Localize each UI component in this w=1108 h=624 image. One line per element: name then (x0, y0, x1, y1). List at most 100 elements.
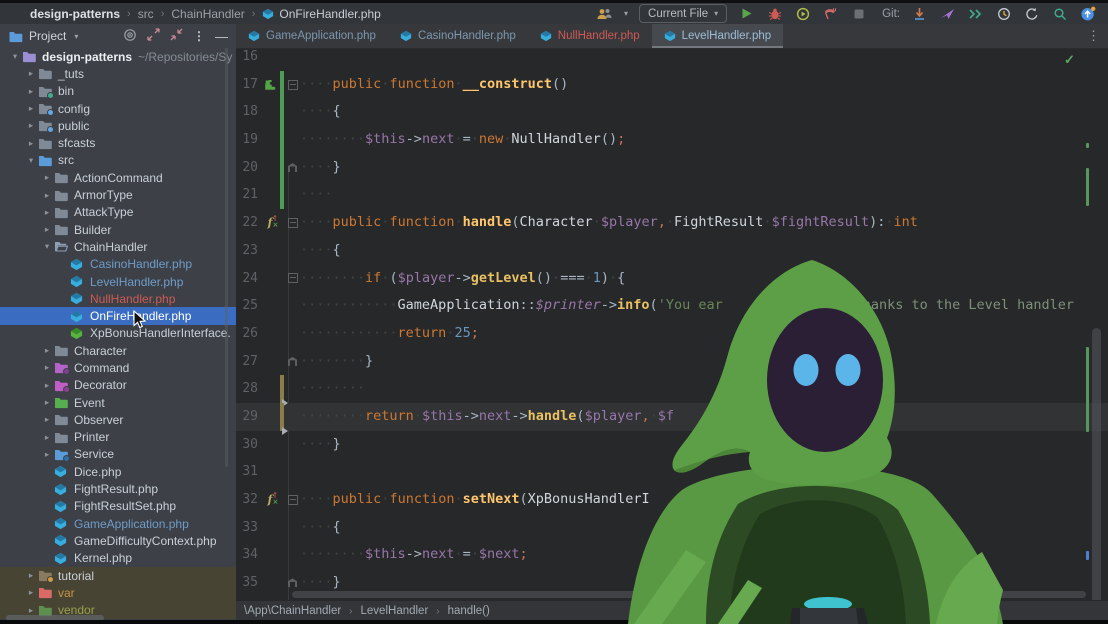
chevron-down-icon[interactable]: ▾ (24, 155, 38, 166)
code-line-20[interactable]: 20 ····} (236, 153, 1108, 182)
tree-item-fightresultset-php[interactable]: FightResultSet.php (0, 498, 236, 515)
chevron-right-icon[interactable]: ▸ (40, 224, 54, 235)
stripe-mark-blue[interactable] (1086, 551, 1089, 560)
change-marker-added[interactable] (280, 70, 284, 99)
change-marker-modified[interactable] (280, 402, 284, 431)
chevron-right-icon[interactable]: ▸ (40, 414, 54, 425)
editor-vertical-scrollbar[interactable] (1092, 328, 1101, 600)
code-line-18[interactable]: 18 ····{ (236, 98, 1108, 127)
search-icon[interactable] (1051, 5, 1068, 22)
chevron-down-icon[interactable]: ▾ (74, 32, 78, 41)
project-view-select[interactable]: Project (29, 29, 66, 43)
chevron-right-icon[interactable]: ▸ (24, 86, 38, 97)
chevron-right-icon[interactable]: ▸ (24, 605, 38, 616)
tree-item-armortype[interactable]: ▸ ArmorType (0, 186, 236, 203)
locate-file-icon[interactable] (123, 28, 137, 45)
stripe-mark-green[interactable] (1086, 347, 1089, 432)
tabs-kebab-icon[interactable]: ⋮ (1087, 24, 1108, 48)
tree-item-service[interactable]: ▸ Service (0, 446, 236, 463)
chevron-right-icon[interactable]: ▸ (24, 103, 38, 114)
tree-item-tutorial[interactable]: ▸ tutorial (0, 566, 236, 585)
expand-all-icon[interactable] (147, 28, 160, 44)
tree-item-onfirehandler-php[interactable]: OnFireHandler.php (0, 307, 236, 325)
change-marker-added[interactable] (280, 153, 284, 182)
code-line-22[interactable]: 22 f ↑ × ····public·function·handle(Characte… (236, 209, 1108, 237)
override-method-icon[interactable]: f ↑ × (260, 486, 280, 514)
breadcrumb-item[interactable]: design-patterns (30, 7, 120, 21)
chevron-right-icon[interactable]: ▸ (40, 449, 54, 460)
project-tree[interactable]: ▾ design-patterns ~/Repositories/Sy ▸ _tuts ▸… (0, 48, 236, 621)
tree-item-sfcasts[interactable]: ▸ sfcasts (0, 134, 236, 151)
collaboration-caret-icon[interactable]: ▾ (624, 9, 628, 18)
chevron-right-icon[interactable]: ▸ (40, 397, 54, 408)
tree-item-_tuts[interactable]: ▸ _tuts (0, 65, 236, 82)
fold-collapse-icon[interactable] (287, 273, 298, 284)
tree-item-design-patterns[interactable]: ▾ design-patterns ~/Repositories/Sy (0, 48, 236, 65)
tree-item-event[interactable]: ▸ Event (0, 394, 236, 411)
git-update-icon[interactable] (911, 5, 928, 22)
status-breadcrumb-item[interactable]: \App\ChainHandler (244, 605, 341, 617)
change-marker-added[interactable] (280, 181, 284, 210)
tree-item-observer[interactable]: ▸ Observer (0, 411, 236, 428)
tree-item-fightresult-php[interactable]: FightResult.php (0, 480, 236, 497)
breadcrumb-item[interactable]: ChainHandler (171, 7, 244, 21)
code-line-19[interactable]: 19 ········$this->next·=·new·NullHandler(… (236, 126, 1108, 154)
override-method-icon[interactable]: f ↑ × (260, 209, 280, 237)
tab-gameapplication-php[interactable]: GameApplication.php (236, 24, 388, 48)
chevron-right-icon[interactable]: ▸ (40, 432, 54, 443)
run-button[interactable] (738, 5, 755, 22)
chevron-right-icon[interactable]: ▸ (24, 68, 38, 79)
run-config-select[interactable]: Current File ▾ (639, 4, 728, 23)
fold-collapse-icon[interactable] (287, 79, 298, 90)
chevron-down-icon[interactable]: ▾ (40, 241, 54, 252)
phone-debug-button[interactable] (822, 5, 839, 22)
tree-item-dice-php[interactable]: Dice.php (0, 463, 236, 480)
tree-item-gamedifficultycontext-php[interactable]: GameDifficultyContext.php (0, 532, 236, 549)
breadcrumb-item[interactable]: OnFireHandler.php (279, 7, 380, 21)
tree-item-config[interactable]: ▸ config (0, 100, 236, 117)
code-line-17[interactable]: 17 ····public·function·__construct() (236, 70, 1108, 99)
tree-item-kernel-php[interactable]: Kernel.php (0, 550, 236, 567)
tab-levelhandler-php[interactable]: LevelHandler.php (651, 24, 784, 48)
tree-item-nullhandler-php[interactable]: NullHandler.php (0, 290, 236, 307)
chevron-right-icon[interactable]: ▸ (24, 138, 38, 149)
tree-item-decorator[interactable]: ▸ Decorator (0, 377, 236, 394)
fold-end-icon[interactable] (288, 356, 297, 366)
collaboration-icon[interactable] (596, 5, 613, 22)
chevron-down-icon[interactable]: ▾ (8, 51, 22, 62)
chevron-right-icon[interactable]: ▸ (40, 190, 54, 201)
tree-item-command[interactable]: ▸ Command (0, 359, 236, 376)
tree-item-builder[interactable]: ▸ Builder (0, 221, 236, 238)
status-breadcrumb-item[interactable]: LevelHandler (361, 605, 429, 617)
tree-item-gameapplication-php[interactable]: GameApplication.php (0, 515, 236, 532)
chevron-right-icon[interactable]: ▸ (40, 172, 54, 183)
tree-item-bin[interactable]: ▸ bin (0, 83, 236, 100)
tab-casinohandler-php[interactable]: CasinoHandler.php (388, 24, 528, 48)
tree-item-xpbonushandlerinterface-[interactable]: XpBonusHandlerInterface. (0, 325, 236, 342)
change-marker-added[interactable] (280, 98, 284, 127)
ide-update-icon[interactable] (1079, 5, 1096, 22)
history-icon[interactable] (995, 5, 1012, 22)
inspection-status-icon[interactable]: ✓ (1064, 52, 1075, 68)
collapse-all-icon[interactable] (170, 28, 183, 44)
debug-button[interactable] (766, 5, 783, 22)
symfony-plugin-icon[interactable] (260, 71, 280, 99)
tree-item-var[interactable]: ▸ var (0, 584, 236, 602)
tree-item-character[interactable]: ▸ Character (0, 342, 236, 359)
options-kebab-icon[interactable]: ⋮ (193, 29, 205, 43)
hide-panel-icon[interactable]: — (215, 29, 228, 44)
fold-collapse-icon[interactable] (287, 217, 298, 228)
tree-item-public[interactable]: ▸ public (0, 117, 236, 134)
status-breadcrumb-item[interactable]: handle() (448, 605, 490, 617)
tree-vertical-scrollbar[interactable] (225, 7, 228, 467)
rollback-icon[interactable] (1023, 5, 1040, 22)
git-cvs-icon[interactable] (967, 5, 984, 22)
stripe-mark-green[interactable] (1086, 143, 1089, 148)
chevron-right-icon[interactable]: ▸ (24, 570, 38, 581)
tab-nullhandler-php[interactable]: NullHandler.php (528, 24, 652, 48)
tree-item-actioncommand[interactable]: ▸ ActionCommand (0, 169, 236, 186)
fold-end-icon[interactable] (288, 163, 297, 173)
chevron-right-icon[interactable]: ▸ (24, 587, 38, 598)
tree-item-printer[interactable]: ▸ Printer (0, 429, 236, 446)
chevron-right-icon[interactable]: ▸ (40, 207, 54, 218)
